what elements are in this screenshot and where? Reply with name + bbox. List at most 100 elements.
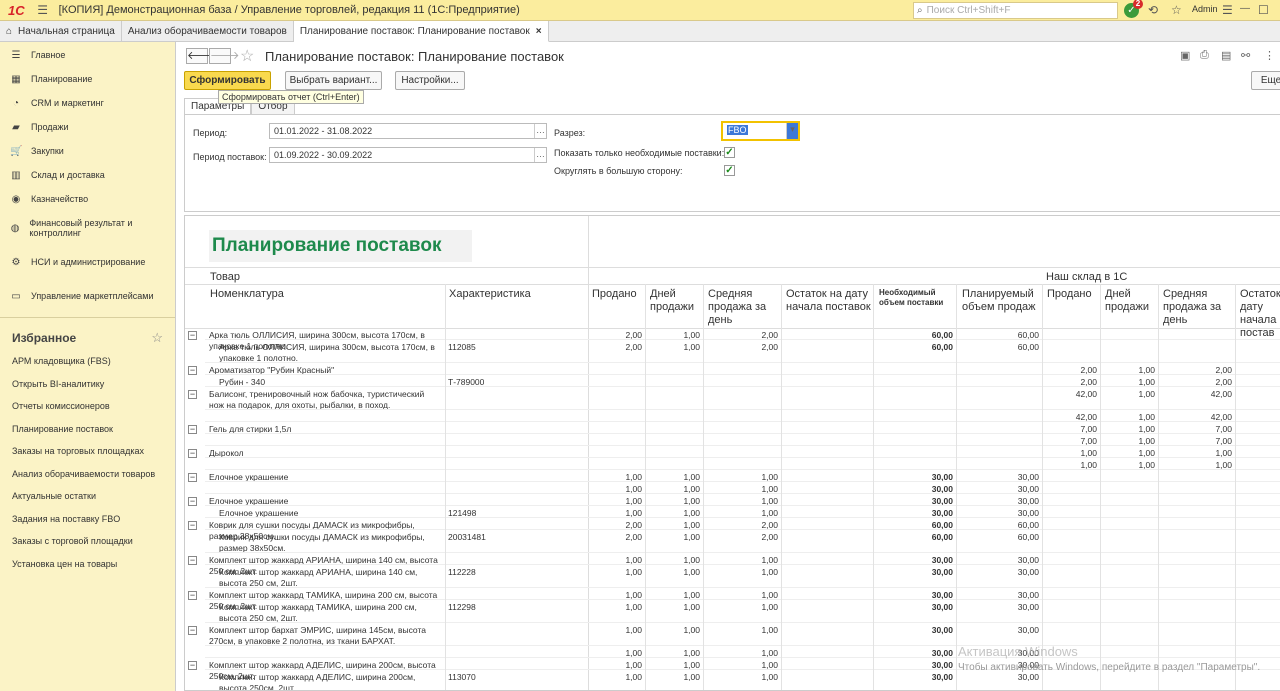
ellipsis-icon[interactable]: … [534,124,546,138]
collapse-icon[interactable]: − [188,473,197,482]
table-row[interactable]: 7,00 1,00 7,00 [185,435,1280,446]
table-row[interactable]: Комплект штор жаккард ТАМИКА, ширина 200… [185,601,1280,623]
minimize-icon[interactable]: — [1240,3,1250,14]
sidebar-item-8[interactable]: ⚙ НСИ и администрирование [0,245,175,279]
table-row[interactable]: 42,00 1,00 42,00 [185,411,1280,422]
table-row[interactable]: − Дырокол 1,00 1,00 1,00 [185,447,1280,458]
collapse-icon[interactable]: − [188,449,197,458]
sidebar-item-4[interactable]: 🛒 Закупки [0,139,175,163]
ellipsis-icon[interactable]: … [534,148,546,162]
cell-value: 2,00 [625,532,642,542]
collapse-icon[interactable]: − [188,556,197,565]
sidebar-item-1[interactable]: ▦ Планирование [0,67,175,91]
settings-button[interactable]: Настройки... [395,71,465,90]
supply-period-field[interactable]: 01.09.2022 - 30.09.2022… [269,147,547,163]
generate-tooltip: Сформировать отчет (Ctrl+Enter) [218,90,364,104]
favorite-item[interactable]: Анализ оборачиваемости товаров [0,463,175,486]
table-row[interactable]: − Комплект штор бархат ЭМРИС, ширина 145с… [185,624,1280,646]
collapse-icon[interactable]: − [188,626,197,635]
search-input[interactable]: ⌕ Поиск Ctrl+Shift+F [913,2,1118,19]
tab-turnover-analysis[interactable]: Анализ оборачиваемости товаров [122,21,294,42]
sidebar-item-2[interactable]: ◔ CRM и маркетинг [0,91,175,115]
table-row[interactable]: Комплект штор жаккард АДЕЛИС, ширина 200… [185,671,1280,690]
tab-home[interactable]: ⌂ Начальная страница [0,21,122,42]
link-icon[interactable]: ⚯ [1241,49,1250,62]
table-row[interactable]: − Елочное украшение 1,00 1,00 1,00 30,00 30,00 [185,495,1280,506]
sidebar-item-5[interactable]: ▥ Склад и доставка [0,163,175,187]
table-row[interactable]: − Комплект штор жаккард АРИАНА, ширина 14… [185,554,1280,576]
table-row[interactable]: Рубин - 340 Т-789000 2,00 1,00 2,00 [185,376,1280,387]
choose-variant-button[interactable]: Выбрать вариант... [285,71,382,90]
table-row[interactable]: 1,00 1,00 1,00 [185,459,1280,470]
add-favorite-icon[interactable]: ☆ [240,46,254,66]
favorite-item[interactable]: АРМ кладовщика (FBS) [0,350,175,373]
history-icon[interactable]: ⟲ [1148,3,1158,17]
collapse-icon[interactable]: − [188,366,197,375]
maximize-icon[interactable]: ☐ [1258,3,1269,17]
only-needed-checkbox[interactable]: ✓ [724,147,735,158]
export-icon[interactable]: ▤ [1221,49,1231,62]
print-icon[interactable]: ⎙ [1200,49,1209,62]
table-row[interactable]: Комплект штор жаккард АРИАНА, ширина 140… [185,566,1280,588]
table-row[interactable]: 1,00 1,00 1,00 30,00 30,00 [185,483,1280,494]
favorites-star-icon[interactable]: ☆ [1171,3,1182,17]
collapse-icon[interactable]: − [188,497,197,506]
round-up-checkbox[interactable]: ✓ [724,165,735,176]
table-row[interactable]: Елочное украшение 121498 1,00 1,00 1,00 30,00… [185,507,1280,518]
sidebar-item-6[interactable]: ◉ Казначейство [0,187,175,211]
table-row[interactable]: − Комплект штор жаккард ТАМИКА, ширина 20… [185,589,1280,611]
coins-icon: ◉ [11,193,21,205]
favorite-item[interactable]: Задания на поставку FBO [0,508,175,531]
sidebar-item-3[interactable]: ▰ Продажи [0,115,175,139]
sidebar-item-0[interactable]: ☰ Главное [0,43,175,67]
favorite-item[interactable]: Планирование поставок [0,418,175,441]
favorite-item[interactable]: Отчеты комиссионеров [0,395,175,418]
favorite-item[interactable]: Актуальные остатки [0,485,175,508]
settings-menu-icon[interactable]: ☰ [1222,3,1233,17]
header-need: Необходимый объем поставки [879,288,944,307]
table-row[interactable]: − Ароматизатор "Рубин Красный" 2,00 1,00 2,0… [185,364,1280,375]
collapse-icon[interactable]: − [188,331,197,340]
favorite-item[interactable]: Заказы с торговой площадки [0,530,175,553]
favorite-item[interactable]: Установка цен на товары [0,553,175,576]
chevron-down-icon[interactable]: ▾ [786,123,798,139]
collapse-icon[interactable]: − [188,425,197,434]
forward-button[interactable]: 🡒 [209,48,240,64]
collapse-icon[interactable]: − [188,661,197,670]
star-icon[interactable]: ☆ [151,330,163,346]
more-vert-icon[interactable]: ⋮ [1264,49,1275,62]
collapse-icon[interactable]: − [188,591,197,600]
sidebar-item-label: Склад и доставка [31,170,105,180]
favorite-item[interactable]: Заказы на торговых площадках [0,440,175,463]
cell-value: 30,00 [1017,672,1039,682]
notifications-icon[interactable]: ✓ 2 [1124,0,1143,18]
more-button[interactable]: Еще [1251,71,1280,90]
user-name[interactable]: Admin [1192,4,1218,14]
sidebar-item-9[interactable]: ▭ Управление маркетплейсами [0,279,175,313]
table-row[interactable]: − Арка тюль ОЛЛИСИЯ, ширина 300см, высота… [185,329,1280,351]
collapse-icon[interactable]: − [188,521,197,530]
table-row[interactable]: Коврик для сушки посуды ДАМАСК из микроф… [185,531,1280,553]
table-row[interactable]: − Елочное украшение 1,00 1,00 1,00 30,00 30,00 [185,471,1280,482]
table-row[interactable]: − Балисонг, тренировочный нож бабочка, ту… [185,388,1280,410]
sidebar-item-7[interactable]: ◍ Финансовый результат и контроллинг [0,211,175,245]
cell-characteristic: 113070 [448,672,476,682]
back-button[interactable]: 🡐 [186,48,217,64]
cell-value: 30,00 [1017,567,1039,577]
table-row[interactable]: Арка тюль ОЛЛИСИЯ, ширина 300см, высота … [185,341,1280,363]
razrez-select[interactable]: FBO ▾ [721,121,800,141]
tab-supply-planning[interactable]: Планирование поставок: Планирование пост… [293,21,549,42]
save-icon[interactable]: ▣ [1180,49,1190,62]
menu-icon[interactable]: ☰ [35,2,51,18]
cell-value: 1,00 [1138,389,1155,399]
cell-value: 1,00 [625,567,642,577]
close-tab-icon[interactable]: × [536,26,542,37]
report-spreadsheet[interactable]: Планирование поставок Товар Наш склад в … [184,215,1280,691]
generate-button[interactable]: Сформировать [184,71,271,90]
favorite-item[interactable]: Открыть BI-аналитику [0,373,175,396]
table-row[interactable]: − Гель для стирки 1,5л 7,00 1,00 7,00 [185,423,1280,434]
collapse-icon[interactable]: − [188,390,197,399]
table-row[interactable]: 1,00 1,00 1,00 30,00 30,00 [185,647,1280,658]
table-row[interactable]: − Коврик для сушки посуды ДАМАСК из микро… [185,519,1280,541]
period-field[interactable]: 01.01.2022 - 31.08.2022… [269,123,547,139]
